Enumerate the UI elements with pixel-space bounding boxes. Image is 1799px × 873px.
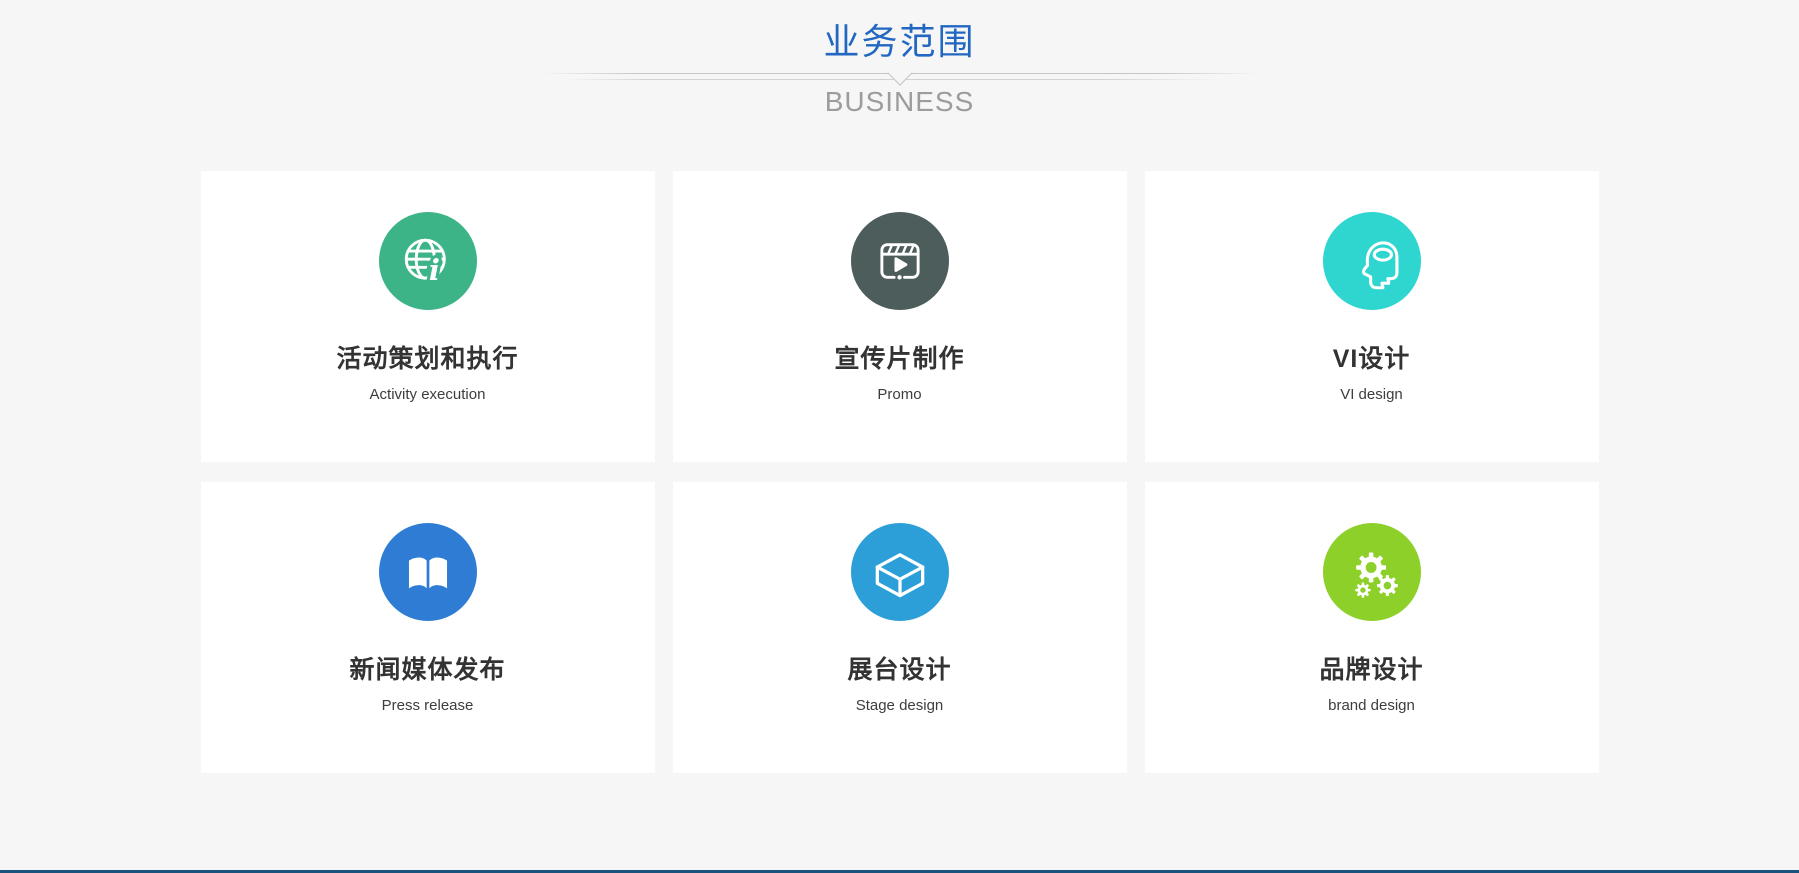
services-grid: i 活动策划和执行 Activity execution 宣传片制作 Promo [201, 171, 1599, 773]
card-subtitle: Stage design [856, 697, 944, 714]
card-title: 宣传片制作 [834, 345, 964, 373]
card-title: 品牌设计 [1319, 656, 1423, 684]
globe-info-icon: i [379, 212, 477, 310]
card-title: VI设计 [1333, 345, 1411, 373]
service-card-promo-video[interactable]: 宣传片制作 Promo [673, 171, 1127, 462]
cube-icon [851, 523, 949, 621]
card-subtitle: VI design [1340, 386, 1403, 403]
clapperboard-play-icon [851, 212, 949, 310]
service-card-stage-design[interactable]: 展台设计 Stage design [673, 482, 1127, 773]
open-book-icon [379, 523, 477, 621]
card-title: 活动策划和执行 [336, 345, 518, 373]
card-subtitle: Press release [382, 697, 474, 714]
header-divider [540, 73, 1260, 87]
card-subtitle: Activity execution [370, 386, 486, 403]
gears-icon [1323, 523, 1421, 621]
card-subtitle: Promo [877, 386, 921, 403]
card-title: 新闻媒体发布 [349, 656, 505, 684]
head-profile-icon [1323, 212, 1421, 310]
card-title: 展台设计 [847, 656, 951, 684]
section-title: 业务范围 [0, 21, 1799, 62]
section-subtitle: BUSINESS [0, 87, 1799, 116]
service-card-press-release[interactable]: 新闻媒体发布 Press release [201, 482, 655, 773]
service-card-brand-design[interactable]: 品牌设计 brand design [1145, 482, 1599, 773]
svg-text:i: i [428, 253, 439, 287]
service-card-vi-design[interactable]: VI设计 VI design [1145, 171, 1599, 462]
page-background: { "page": { "background": "#f5f6f5", "bo… [0, 21, 1799, 873]
chevron-down-icon [887, 60, 912, 85]
card-subtitle: brand design [1328, 697, 1415, 714]
service-card-activity-planning[interactable]: i 活动策划和执行 Activity execution [201, 171, 655, 462]
